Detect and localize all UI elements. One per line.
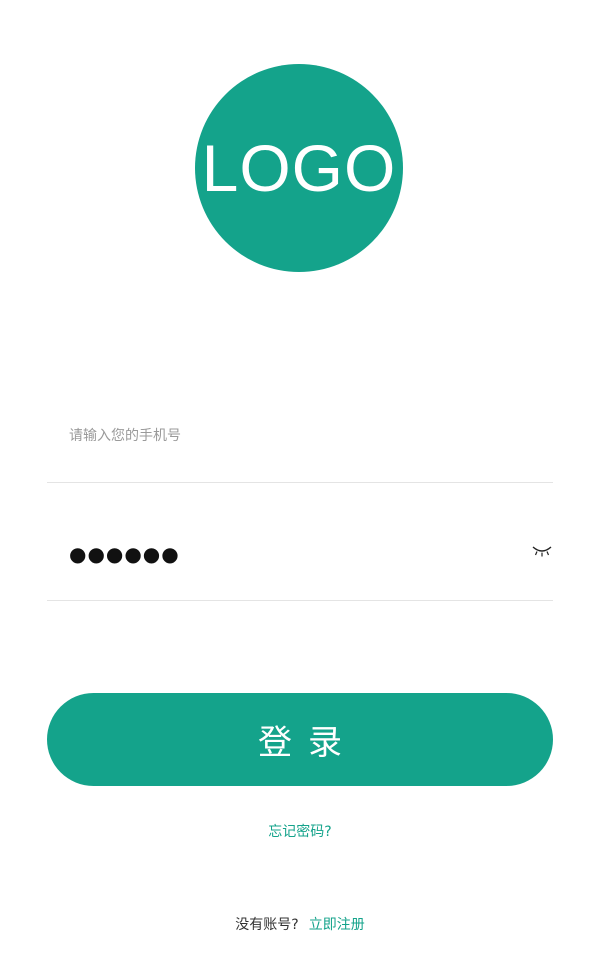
logo-text: LOGO	[201, 131, 397, 205]
register-row: 没有账号? 立即注册	[0, 914, 600, 934]
forgot-password-link[interactable]: 忘记密码?	[268, 824, 331, 840]
register-link[interactable]: 立即注册	[309, 917, 365, 933]
register-prompt: 没有账号?	[235, 917, 299, 933]
phone-field	[47, 422, 553, 483]
eye-closed-icon[interactable]	[531, 543, 553, 559]
password-input[interactable]	[69, 540, 509, 568]
phone-input[interactable]	[69, 422, 509, 450]
logo: LOGO	[195, 64, 403, 272]
forgot-password-row: 忘记密码?	[0, 821, 600, 841]
login-button[interactable]: 登录	[47, 693, 553, 786]
password-field	[47, 540, 553, 601]
login-page: LOGO 登录 忘记密码? 没有账号? 立即注册	[0, 0, 600, 972]
